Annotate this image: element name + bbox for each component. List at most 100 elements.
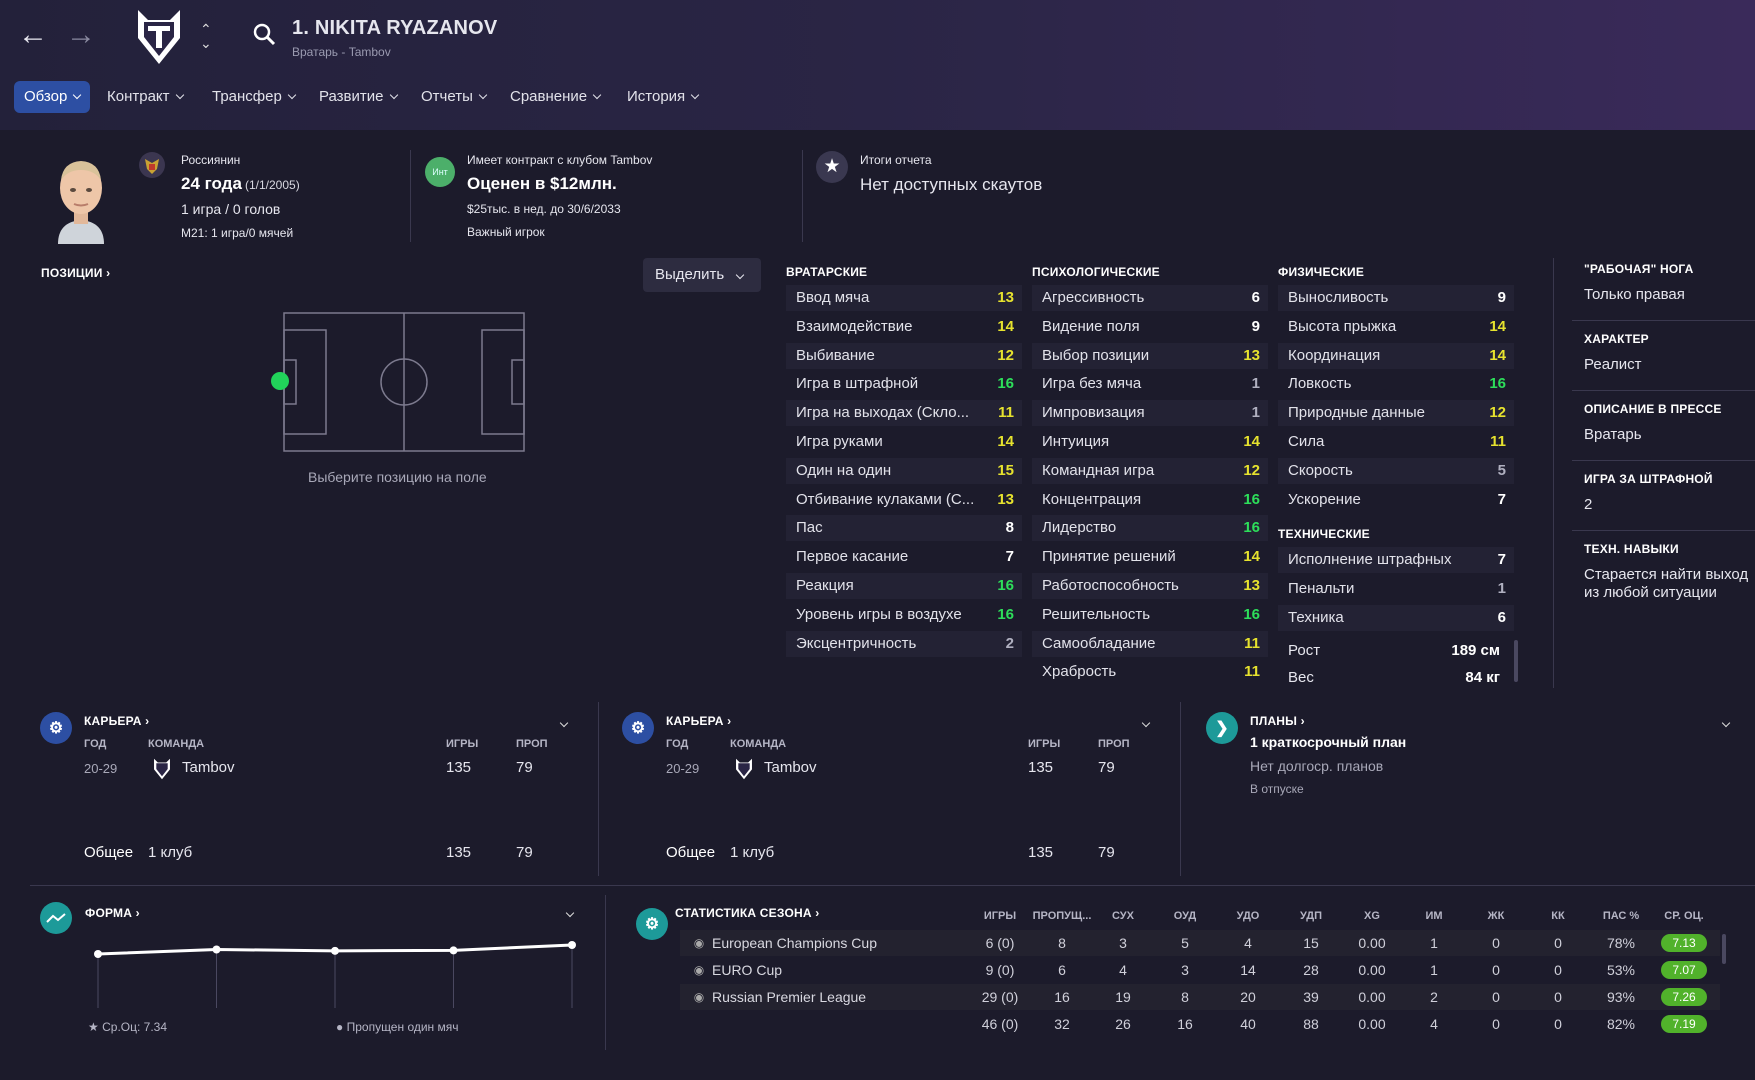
- positions-header[interactable]: ПОЗИЦИИ ›: [41, 266, 110, 280]
- stats-column-header[interactable]: УДО: [1218, 910, 1278, 922]
- back-arrow-icon[interactable]: ←: [18, 20, 48, 50]
- stats-column-header[interactable]: КК: [1528, 910, 1588, 922]
- tab-development[interactable]: Развитие: [309, 81, 407, 113]
- attribute-row[interactable]: Координация 14: [1278, 342, 1514, 369]
- plans-header[interactable]: ПЛАНЫ ›: [1250, 714, 1305, 728]
- stats-row[interactable]: ◉ European Champions Cup 6 (0) 8 3 5 4 15 0.00 1 0…: [680, 930, 1720, 956]
- col-conceded: ПРОП: [1098, 738, 1130, 750]
- attribute-row[interactable]: Высота прыжка 14: [1278, 314, 1514, 340]
- attributes-scrollbar[interactable]: [1514, 640, 1518, 682]
- career-header[interactable]: КАРЬЕРА ›: [666, 714, 731, 728]
- attribute-name: Пас: [796, 519, 823, 537]
- attribute-row[interactable]: Пас 8: [786, 515, 1022, 542]
- stats-column-header[interactable]: ИМ: [1404, 910, 1464, 922]
- attribute-row[interactable]: Решительность 16: [1032, 602, 1268, 628]
- attribute-row[interactable]: Игра без мяча 1: [1032, 371, 1268, 397]
- attribute-row[interactable]: Игра в штрафной 16: [786, 371, 1022, 397]
- attribute-row[interactable]: Самообладание 11: [1032, 630, 1268, 657]
- stats-row[interactable]: ◉ EURO Cup 9 (0) 6 4 3 14 28 0.00 1 0 0 53% 7.07: [680, 957, 1720, 983]
- attribute-row[interactable]: Эксцентричность 2: [786, 630, 1022, 657]
- competition-name[interactable]: EURO Cup: [712, 957, 782, 983]
- competition-name[interactable]: Russian Premier League: [712, 984, 866, 1010]
- attribute-row[interactable]: Работоспособность 13: [1032, 573, 1268, 599]
- tab-contract[interactable]: Контракт: [97, 81, 193, 113]
- attribute-row[interactable]: Игра на выходах (Скло... 11: [786, 400, 1022, 427]
- attribute-row[interactable]: Пенальти 1: [1278, 576, 1514, 602]
- attribute-row[interactable]: Выносливость 9: [1278, 285, 1514, 311]
- attribute-row[interactable]: Взаимодействие 14: [786, 314, 1022, 340]
- highlight-dropdown[interactable]: Выделить: [643, 258, 761, 292]
- stats-column-header[interactable]: ПАС %: [1591, 910, 1651, 922]
- search-icon[interactable]: [252, 22, 276, 49]
- attribute-row[interactable]: Исполнение штрафных 7: [1278, 547, 1514, 573]
- attribute-row[interactable]: Командная игра 12: [1032, 457, 1268, 484]
- attribute-name: Эксцентричность: [796, 634, 917, 652]
- attribute-row[interactable]: Концентрация 16: [1032, 487, 1268, 513]
- career-team[interactable]: Tambov: [764, 759, 817, 776]
- career-header[interactable]: КАРЬЕРА ›: [84, 714, 149, 728]
- attribute-row[interactable]: Принятие решений 14: [1032, 544, 1268, 570]
- stats-column-header[interactable]: ПРОПУЩ...: [1032, 910, 1092, 922]
- attribute-row[interactable]: Храбрость 11: [1032, 659, 1268, 685]
- attribute-row[interactable]: Агрессивность 6: [1032, 285, 1268, 311]
- attribute-name: Исполнение штрафных: [1288, 551, 1452, 568]
- tab-transfer[interactable]: Трансфер: [202, 81, 305, 113]
- attribute-row[interactable]: Скорость 5: [1278, 457, 1514, 484]
- position-marker-gk[interactable]: [271, 372, 289, 390]
- attribute-name: Игра руками: [796, 433, 883, 450]
- form-point[interactable]: [212, 945, 221, 954]
- attribute-row[interactable]: Видение поля 9: [1032, 314, 1268, 340]
- form-point[interactable]: [331, 946, 339, 955]
- stat-value: 0.00: [1358, 935, 1386, 951]
- career-conceded: 79: [516, 759, 533, 776]
- tab-reports[interactable]: Отчеты: [411, 81, 496, 113]
- attribute-row[interactable]: Техника 6: [1278, 604, 1514, 631]
- career-expand-icon[interactable]: [554, 716, 569, 732]
- plans-expand-icon[interactable]: [1716, 716, 1731, 732]
- tab-history[interactable]: История: [617, 81, 708, 113]
- attribute-row[interactable]: Первое касание 7: [786, 544, 1022, 570]
- form-point[interactable]: [449, 946, 458, 955]
- attribute-row[interactable]: Отбивание кулаками (С... 13: [786, 487, 1022, 513]
- tab-comparison[interactable]: Сравнение: [500, 81, 610, 113]
- side-info-value: Старается найти выход из любой ситуации: [1584, 566, 1749, 601]
- player-switch-icon[interactable]: ⌃ ⌄: [200, 22, 212, 50]
- attribute-row[interactable]: Ускорение 7: [1278, 487, 1514, 513]
- form-point[interactable]: [94, 950, 102, 958]
- stat-value: 5: [1181, 935, 1189, 951]
- stats-column-header[interactable]: ИГРЫ: [970, 910, 1030, 922]
- stats-row[interactable]: ◉ Russian Premier League 29 (0) 16 19 8 20 39 0.…: [680, 984, 1720, 1010]
- stats-column-header[interactable]: XG: [1342, 910, 1402, 922]
- attribute-row[interactable]: Сила 11: [1278, 429, 1514, 455]
- forward-arrow-icon[interactable]: →: [66, 20, 96, 50]
- career-expand-icon[interactable]: [1136, 716, 1151, 732]
- attribute-row[interactable]: Ввод мяча 13: [786, 285, 1022, 311]
- form-point[interactable]: [568, 941, 576, 949]
- career-team[interactable]: Tambov: [182, 759, 235, 776]
- stats-column-header[interactable]: ЖК: [1466, 910, 1526, 922]
- stats-column-header[interactable]: УДП: [1281, 910, 1341, 922]
- attribute-row[interactable]: Природные данные 12: [1278, 400, 1514, 427]
- attribute-value: 11: [998, 404, 1014, 422]
- stats-column-header[interactable]: СУХ: [1093, 910, 1153, 922]
- attribute-row[interactable]: Игра руками 14: [786, 429, 1022, 455]
- pitch-diagram[interactable]: [283, 312, 525, 455]
- attribute-row[interactable]: Один на один 15: [786, 457, 1022, 484]
- tab-overview[interactable]: Обзор: [14, 81, 91, 113]
- attribute-row[interactable]: Интуиция 14: [1032, 429, 1268, 455]
- attribute-row[interactable]: Ловкость 16: [1278, 371, 1514, 397]
- attribute-row[interactable]: Лидерство 16: [1032, 515, 1268, 542]
- attribute-row[interactable]: Импровизация 1: [1032, 400, 1268, 427]
- stats-scrollbar[interactable]: [1722, 934, 1726, 964]
- competition-name[interactable]: European Champions Cup: [712, 930, 877, 956]
- attribute-row[interactable]: Выбивание 12: [786, 342, 1022, 369]
- attribute-row[interactable]: Реакция 16: [786, 573, 1022, 599]
- stats-column-header[interactable]: ОУД: [1155, 910, 1215, 922]
- stats-total-row[interactable]: 46 (0) 32 26 16 40 88 0.00 4 0 0 82% 7.19: [680, 1011, 1720, 1037]
- attribute-row[interactable]: Выбор позиции 13: [1032, 342, 1268, 369]
- star-icon: ★: [816, 151, 848, 183]
- attribute-value: 12: [1489, 404, 1506, 422]
- attribute-row[interactable]: Уровень игры в воздухе 16: [786, 602, 1022, 628]
- stats-column-header[interactable]: СР. ОЦ.: [1654, 910, 1714, 922]
- plans-arrow-icon[interactable]: ❯: [1206, 712, 1238, 744]
